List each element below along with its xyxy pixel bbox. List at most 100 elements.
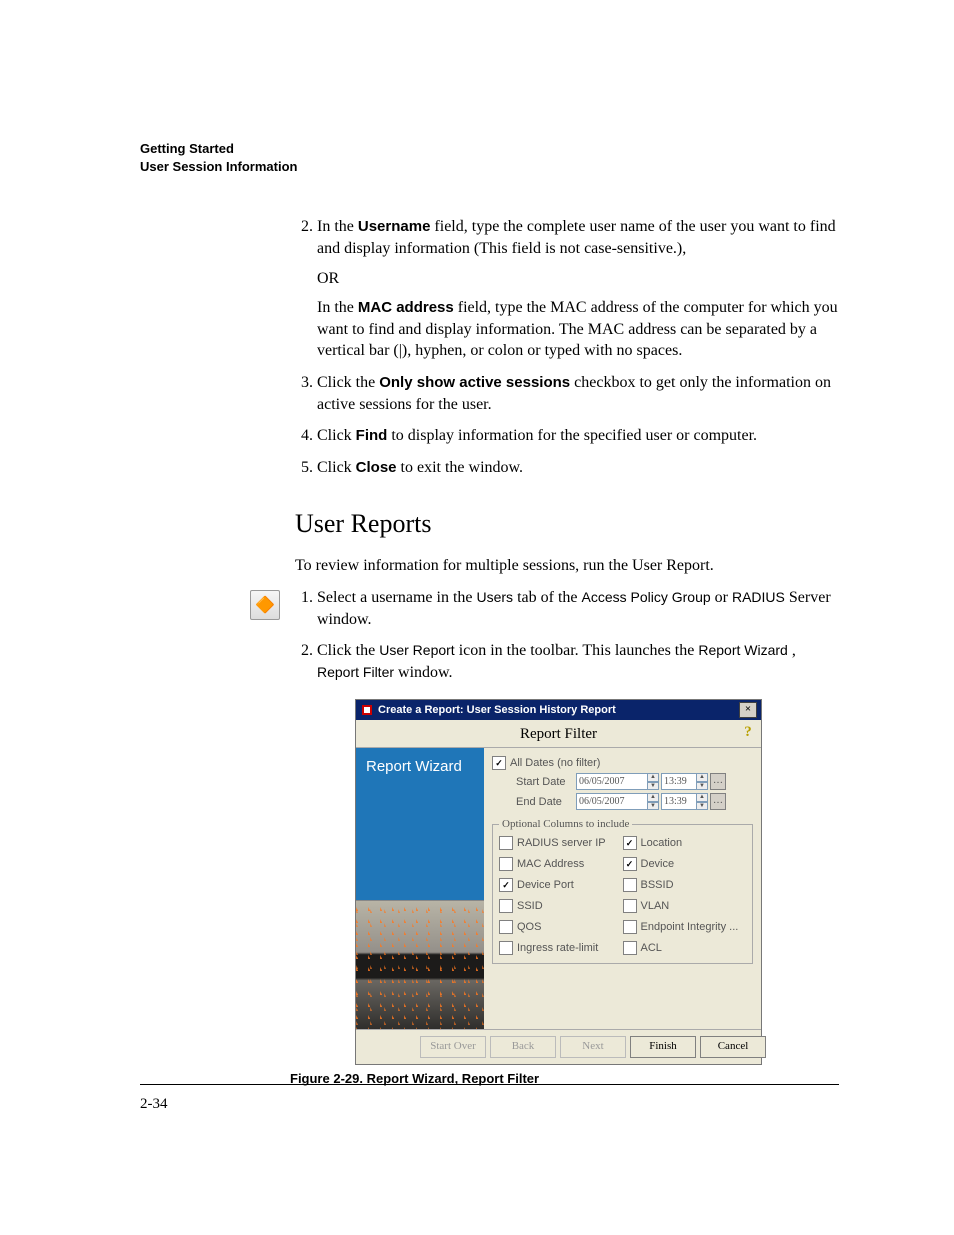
text: to exit the window. — [401, 459, 524, 476]
col-ssid-row[interactable]: SSID — [499, 899, 623, 913]
all-dates-label: All Dates (no filter) — [510, 757, 600, 769]
col-bssid-checkbox[interactable] — [623, 878, 637, 892]
col-mac-label: MAC Address — [517, 858, 584, 870]
end-time-spinner[interactable]: ▲▼ — [696, 793, 708, 810]
col-acl-checkbox[interactable] — [623, 941, 637, 955]
col-ssid-checkbox[interactable] — [499, 899, 513, 913]
col-ingress-row[interactable]: Ingress rate-limit — [499, 941, 623, 955]
optional-columns-legend: Optional Columns to include — [499, 818, 632, 830]
app-icon — [360, 703, 374, 717]
col-vlan-row[interactable]: VLAN — [623, 899, 747, 913]
col-ssid-label: SSID — [517, 900, 543, 912]
back-button[interactable]: Back — [490, 1036, 556, 1058]
step-2: In the Username field, type the complete… — [317, 216, 839, 362]
start-time-input[interactable]: 13:39 — [661, 773, 697, 790]
or-separator: OR — [317, 268, 839, 290]
dialog-subheader: Report Filter ? — [356, 720, 761, 748]
report-wizard-term: Report Wizard — [698, 642, 787, 658]
users-tab-term: Users — [477, 589, 514, 605]
step-4: Click Find to display information for th… — [317, 425, 839, 447]
user-reports-steps: Select a username in the Users tab of th… — [295, 587, 839, 683]
col-location-checkbox[interactable] — [623, 836, 637, 850]
text: Click the — [317, 642, 379, 659]
end-date-input[interactable]: 06/05/2007 — [576, 793, 648, 810]
start-date-input[interactable]: 06/05/2007 — [576, 773, 648, 790]
col-device-label: Device — [641, 858, 675, 870]
col-devport-label: Device Port — [517, 879, 574, 891]
start-date-spinner[interactable]: ▲▼ — [647, 773, 659, 790]
col-radius-row[interactable]: RADIUS server IP — [499, 836, 623, 850]
col-qos-row[interactable]: QOS — [499, 920, 623, 934]
all-dates-row[interactable]: All Dates (no filter) — [492, 756, 753, 770]
step-3: Click the Only show active sessions chec… — [317, 372, 839, 415]
step-5: Click Close to exit the window. — [317, 457, 839, 479]
start-date-picker-button[interactable]: … — [710, 773, 726, 790]
optional-columns-grid: RADIUS server IP Location MAC Address De… — [499, 834, 746, 957]
col-ingress-checkbox[interactable] — [499, 941, 513, 955]
text: , — [792, 642, 796, 659]
find-term: Find — [356, 427, 388, 444]
col-eint-checkbox[interactable] — [623, 920, 637, 934]
start-time-spinner[interactable]: ▲▼ — [696, 773, 708, 790]
close-term: Close — [356, 459, 397, 476]
end-date-spinner[interactable]: ▲▼ — [647, 793, 659, 810]
start-date-label: Start Date — [516, 776, 576, 788]
col-radius-label: RADIUS server IP — [517, 837, 606, 849]
col-acl-label: ACL — [641, 942, 662, 954]
end-date-picker-button[interactable]: … — [710, 793, 726, 810]
text: In the — [317, 218, 358, 235]
diamond-report-icon: 🔶 — [255, 595, 275, 615]
text: to display information for the specified… — [391, 427, 757, 444]
col-vlan-checkbox[interactable] — [623, 899, 637, 913]
col-bssid-label: BSSID — [641, 879, 674, 891]
col-devport-row[interactable]: Device Port — [499, 878, 623, 892]
dialog-title-text: Create a Report: User Session History Re… — [378, 704, 616, 716]
dialog-left-panel: Report Wizard — [356, 748, 484, 1029]
top-steps: In the Username field, type the complete… — [295, 216, 839, 478]
text: Click — [317, 459, 356, 476]
col-vlan-label: VLAN — [641, 900, 670, 912]
running-header: Getting Started User Session Information — [140, 140, 839, 176]
start-over-button[interactable]: Start Over — [420, 1036, 486, 1058]
section-intro: To review information for multiple sessi… — [295, 555, 839, 577]
end-date-row: End Date 06/05/2007 ▲▼ 13:39 ▲▼ … — [516, 793, 753, 810]
finish-button[interactable]: Finish — [630, 1036, 696, 1058]
text: icon in the toolbar. This launches the — [459, 642, 699, 659]
username-term: Username — [358, 218, 431, 235]
col-mac-checkbox[interactable] — [499, 857, 513, 871]
col-qos-checkbox[interactable] — [499, 920, 513, 934]
text: Select a username in the — [317, 589, 477, 606]
cancel-button[interactable]: Cancel — [700, 1036, 766, 1058]
col-devport-checkbox[interactable] — [499, 878, 513, 892]
col-eint-row[interactable]: Endpoint Integrity ... — [623, 920, 747, 934]
dialog-titlebar[interactable]: Create a Report: User Session History Re… — [356, 700, 761, 720]
page: Getting Started User Session Information… — [0, 0, 954, 1235]
wizard-title-text: Report Wizard — [366, 758, 462, 775]
next-button[interactable]: Next — [560, 1036, 626, 1058]
text: or — [715, 589, 732, 606]
ur-step-2: Click the User Report icon in the toolba… — [317, 640, 839, 683]
col-mac-row[interactable]: MAC Address — [499, 857, 623, 871]
col-radius-checkbox[interactable] — [499, 836, 513, 850]
dialog-close-button[interactable]: × — [739, 702, 757, 718]
header-line-1: Getting Started — [140, 140, 839, 158]
wizard-title-panel: Report Wizard — [356, 748, 484, 900]
end-date-label: End Date — [516, 796, 576, 808]
col-device-checkbox[interactable] — [623, 857, 637, 871]
end-time-input[interactable]: 13:39 — [661, 793, 697, 810]
col-location-row[interactable]: Location — [623, 836, 747, 850]
col-device-row[interactable]: Device — [623, 857, 747, 871]
dialog-subheader-text: Report Filter — [520, 726, 597, 742]
col-ingress-label: Ingress rate-limit — [517, 942, 598, 954]
col-bssid-row[interactable]: BSSID — [623, 878, 747, 892]
col-acl-row[interactable]: ACL — [623, 941, 747, 955]
mac-term: MAC address — [358, 299, 454, 316]
report-wizard-dialog: Create a Report: User Session History Re… — [355, 699, 762, 1065]
user-report-icon-term: User Report — [379, 642, 454, 658]
radius-term: RADIUS — [732, 589, 785, 605]
help-icon[interactable]: ? — [741, 724, 755, 738]
all-dates-checkbox[interactable] — [492, 756, 506, 770]
access-policy-group-term: Access Policy Group — [581, 589, 710, 605]
optional-columns-group: Optional Columns to include RADIUS serve… — [492, 818, 753, 964]
text: Click the — [317, 374, 379, 391]
